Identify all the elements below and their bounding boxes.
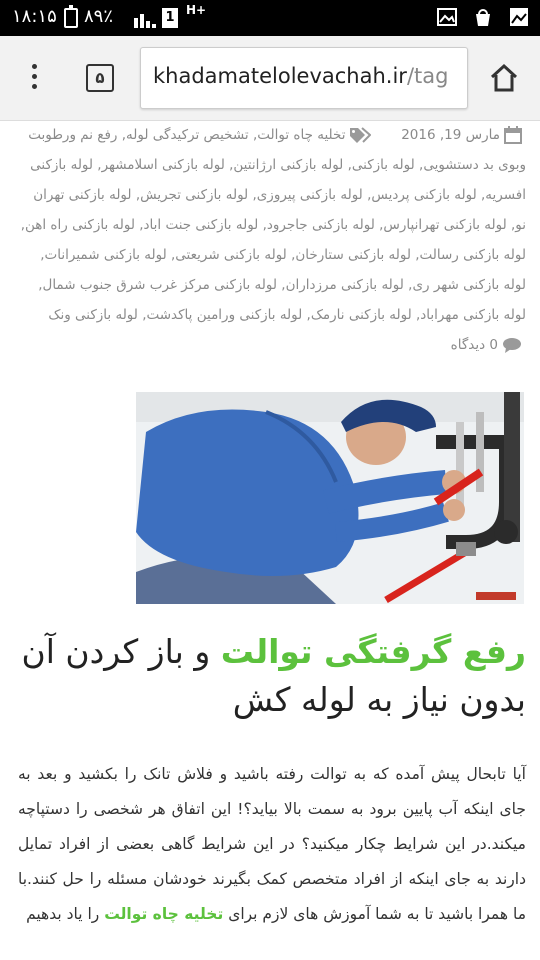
comment-icon [503, 338, 521, 353]
post-tags-links[interactable]: تخلیه چاه توالت, تشخیص ترکیدگی لوله, رفع… [21, 127, 526, 323]
menu-dots-icon[interactable] [26, 64, 42, 94]
status-time: ۱۸:۱۵ [12, 6, 57, 27]
sim-icon: 1 [162, 8, 178, 28]
network-type-icon: H+ [186, 3, 207, 17]
page-content: مارس 19, 2016 تخلیه چاه توالت, تشخیص ترک… [0, 120, 540, 960]
home-icon[interactable] [488, 62, 520, 94]
article-excerpt: آیا تابحال پیش آمده که به توالت رفته باش… [18, 757, 526, 932]
calendar-icon [504, 126, 522, 144]
battery-level: ۸۹٪ [84, 6, 114, 27]
status-bar: ۱۸:۱۵ ۸۹٪ 1 H+ [0, 0, 540, 36]
image-notification-icon [437, 8, 457, 26]
browser-toolbar: ۵ khadamatelolevachah.ir/tag [0, 36, 540, 121]
battery-charging-icon [64, 5, 78, 28]
excerpt-text: آیا تابحال پیش آمده که به توالت رفته باش… [18, 765, 526, 923]
gallery-icon [510, 8, 528, 26]
featured-image-plumber[interactable] [136, 392, 524, 604]
url-host: khadamatelolevachah.ir [153, 64, 407, 88]
url-text: khadamatelolevachah.ir/tag [153, 64, 448, 88]
excerpt-text-end: را یاد بدهیم [26, 905, 105, 923]
tab-switcher-button[interactable]: ۵ [86, 64, 114, 92]
excerpt-link-toilet-drain[interactable]: تخلیه چاه توالت [104, 905, 223, 923]
url-bar[interactable]: khadamatelolevachah.ir/tag [140, 47, 468, 109]
article-title[interactable]: رفع گرفتگی توالت و باز کردن آن بدون نیاز… [18, 628, 526, 724]
tags-icon [350, 127, 372, 143]
url-path: /tag [406, 64, 449, 88]
post-meta: مارس 19, 2016 تخلیه چاه توالت, تشخیص ترک… [18, 120, 526, 360]
article-title-highlight: رفع گرفتگی توالت [220, 632, 526, 671]
comment-count-link[interactable]: 0 دیدگاه [451, 337, 498, 353]
shopping-bag-icon [476, 9, 490, 26]
post-date: مارس 19, 2016 [401, 127, 500, 143]
signal-icon [134, 14, 156, 28]
